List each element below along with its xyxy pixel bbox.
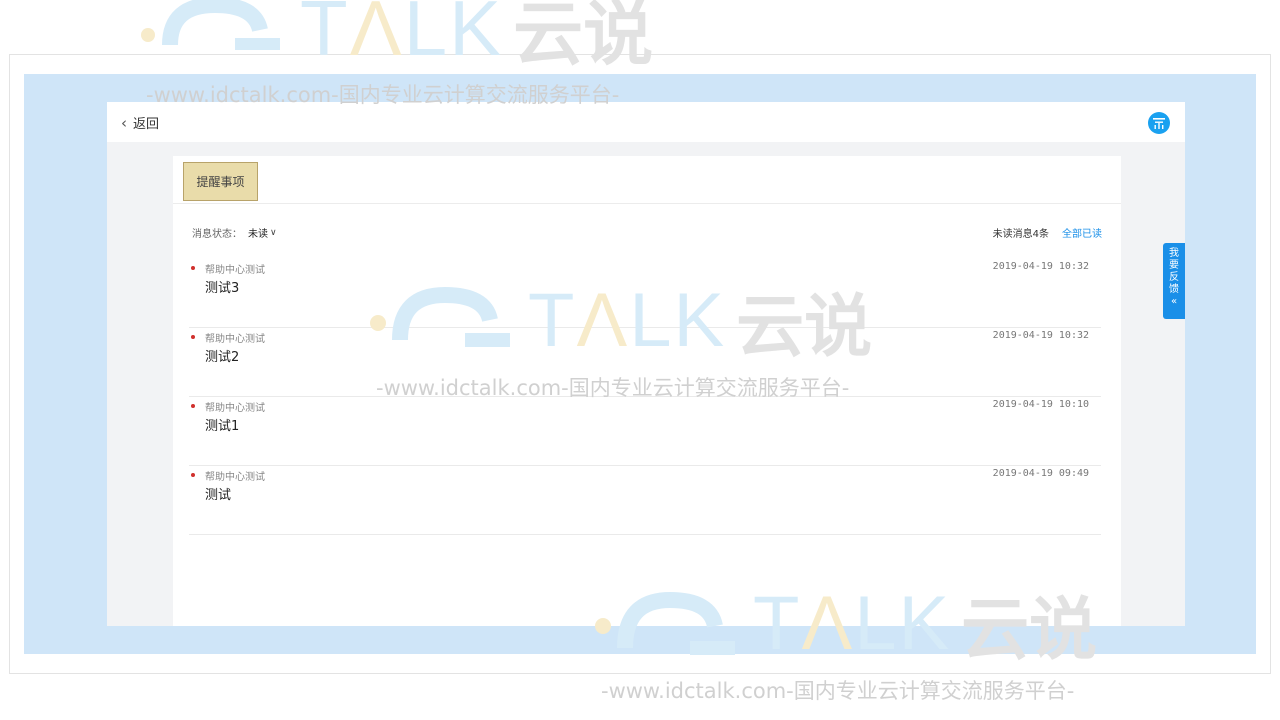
unread-dot-icon	[191, 266, 195, 270]
message-title[interactable]: 测试3	[205, 277, 239, 296]
feedback-char: 我	[1169, 248, 1179, 259]
mark-all-read-link[interactable]: 全部已读	[1062, 225, 1102, 240]
message-time: 2019-04-19 10:10	[992, 399, 1089, 410]
message-category: 帮助中心测试	[205, 403, 265, 414]
tab-reminders[interactable]: 提醒事项	[183, 162, 258, 201]
top-bar: ‹ 返回	[107, 102, 1185, 142]
message-title[interactable]: 测试2	[205, 346, 239, 365]
list-item[interactable]: 帮助中心测试 测试1 2019-04-19 10:10	[189, 397, 1101, 466]
app-window: ‹ 返回 提醒事项 消息状态： 未读 ∨ 未读消息4条 全部已读 帮助中心测试	[107, 102, 1185, 626]
back-label: 返回	[133, 117, 160, 132]
message-time: 2019-04-19 10:32	[992, 261, 1089, 272]
list-item[interactable]: 帮助中心测试 测试 2019-04-19 09:49	[189, 466, 1101, 535]
unread-dot-icon	[191, 473, 195, 477]
feedback-tab[interactable]: 我 要 反 馈 «	[1163, 243, 1185, 319]
reminders-panel: 提醒事项 消息状态： 未读 ∨ 未读消息4条 全部已读 帮助中心测试 测试3 2…	[173, 156, 1121, 626]
status-filter: 消息状态： 未读 ∨	[192, 225, 277, 241]
chevron-down-icon[interactable]: ∨	[270, 228, 277, 238]
message-category: 帮助中心测试	[205, 265, 265, 276]
unread-dot-icon	[191, 335, 195, 339]
message-title[interactable]: 测试	[205, 484, 231, 503]
feedback-char: 要	[1169, 260, 1179, 271]
feedback-char: 反	[1169, 272, 1179, 283]
feedback-char: 馈	[1169, 284, 1179, 295]
list-item[interactable]: 帮助中心测试 测试2 2019-04-19 10:32	[189, 328, 1101, 397]
message-time: 2019-04-19 10:32	[992, 330, 1089, 341]
back-button[interactable]: ‹ 返回	[121, 113, 160, 133]
message-category: 帮助中心测试	[205, 334, 265, 345]
help-badge-icon[interactable]	[1148, 112, 1170, 134]
chevron-left-icon: ‹	[121, 113, 127, 132]
unread-dot-icon	[191, 404, 195, 408]
tab-bar: 提醒事项	[173, 156, 1121, 204]
unread-count: 未读消息4条	[992, 229, 1049, 240]
double-chevron-left-icon: «	[1170, 296, 1178, 307]
list-item[interactable]: 帮助中心测试 测试3 2019-04-19 10:32	[189, 259, 1101, 328]
status-filter-label: 消息状态：	[192, 229, 242, 240]
message-category: 帮助中心测试	[205, 472, 265, 483]
message-time: 2019-04-19 09:49	[992, 468, 1089, 479]
watermark-slogan: -www.idctalk.com-国内专业云计算交流服务平台-	[601, 679, 1075, 703]
message-title[interactable]: 测试1	[205, 415, 239, 434]
status-filter-select[interactable]: 未读	[248, 225, 268, 240]
watermark-logo-icon	[141, 0, 280, 50]
